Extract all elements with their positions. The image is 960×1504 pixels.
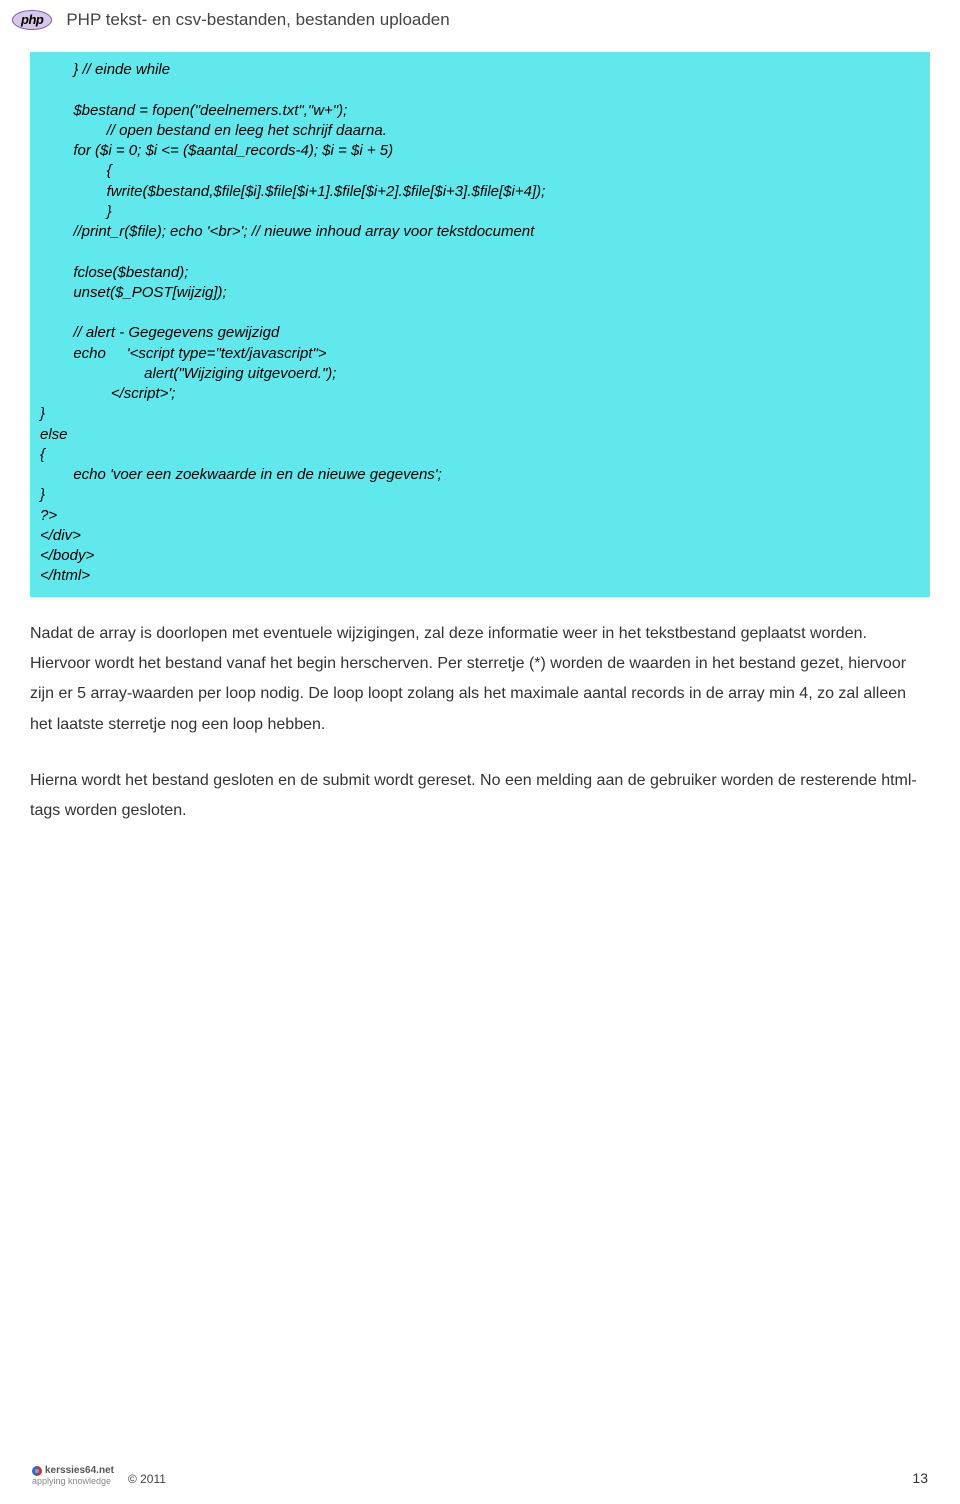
paragraph-2: Hierna wordt het bestand gesloten en de … [30, 766, 930, 827]
footer-logo: kerssies64.net applying knowledge [32, 1465, 114, 1486]
code-block: } // einde while $bestand = fopen("deeln… [30, 52, 930, 597]
page-footer: kerssies64.net applying knowledge © 2011… [0, 1465, 960, 1486]
footer-brand: kerssies64.net [32, 1465, 114, 1476]
footer-left: kerssies64.net applying knowledge © 2011 [32, 1465, 166, 1486]
gear-icon [32, 1466, 42, 1476]
body-text: Nadat de array is doorlopen met eventuel… [30, 619, 930, 827]
footer-brand-text: kerssies64.net [45, 1465, 114, 1476]
footer-page-number: 13 [912, 1470, 928, 1486]
footer-tagline: applying knowledge [32, 1476, 114, 1486]
page-header: php PHP tekst- en csv-bestanden, bestand… [0, 0, 960, 30]
paragraph-1: Nadat de array is doorlopen met eventuel… [30, 619, 930, 741]
footer-year: © 2011 [128, 1472, 166, 1486]
php-badge: php [12, 10, 52, 30]
page-title: PHP tekst- en csv-bestanden, bestanden u… [66, 10, 449, 30]
